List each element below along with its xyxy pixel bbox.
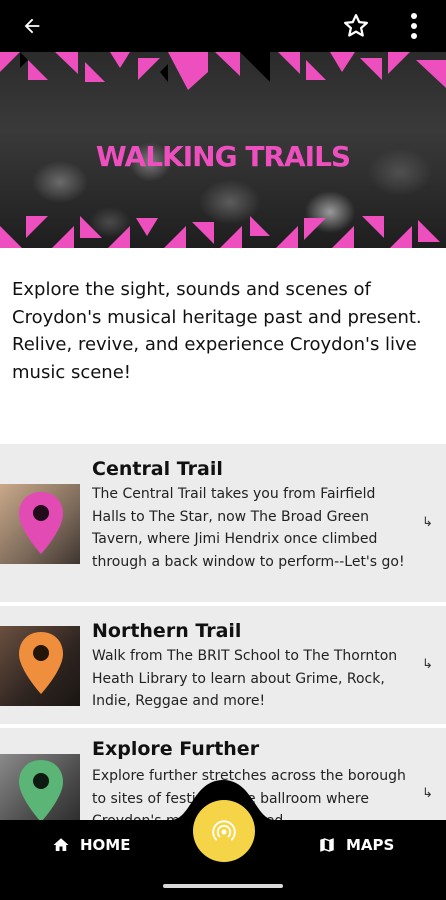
top-app-bar [0,0,446,52]
intro-paragraph: Relive, revive, and experience Croydon's… [12,334,417,383]
arrow-left-icon [24,18,40,34]
more-options-button[interactable] [400,0,428,52]
intro-text: Explore the sight, sounds and scenes of … [12,276,438,386]
more-vertical-icon [411,13,417,39]
nav-home-button[interactable]: HOME [52,834,130,856]
arrow-return-right-icon: ↳ [422,515,433,530]
hero-banner: WALKING TRAILS [0,52,446,248]
broadcast-icon [212,820,236,841]
arrow-return-right-icon: ↳ [422,786,433,801]
intro-paragraph: Explore the sight, sounds and scenes of … [12,279,422,328]
hero-title: WALKING TRAILS [95,140,351,173]
nav-maps-label: MAPS [346,836,395,854]
nav-maps-button[interactable]: MAPS [318,834,394,856]
trail-description: The Central Trail takes you from Fairfie… [92,486,405,570]
back-button[interactable] [14,0,50,52]
map-pin-icon [19,632,63,694]
map-pin-icon [19,492,63,554]
trail-description: Walk from The BRIT School to The Thornto… [92,648,398,709]
hero-pattern-top [0,52,446,90]
trail-thumbnail [0,626,80,706]
trail-title: Central Trail [92,458,223,480]
trail-thumbnail [0,484,80,564]
trail-card-central[interactable]: Central Trail The Central Trail takes yo… [0,444,446,602]
star-outline-icon [344,14,368,37]
nav-home-label: HOME [80,836,131,854]
trail-title: Northern Trail [92,620,242,642]
favorite-button[interactable] [336,0,376,52]
map-icon [320,838,334,852]
hero-pattern-bottom [0,216,440,248]
home-icon [53,838,69,851]
gesture-handle[interactable] [163,884,283,888]
trail-card-northern[interactable]: Northern Trail Walk from The BRIT School… [0,606,446,724]
trail-title: Explore Further [92,738,260,760]
arrow-return-right-icon: ↳ [422,657,433,672]
broadcast-button[interactable] [193,800,255,862]
